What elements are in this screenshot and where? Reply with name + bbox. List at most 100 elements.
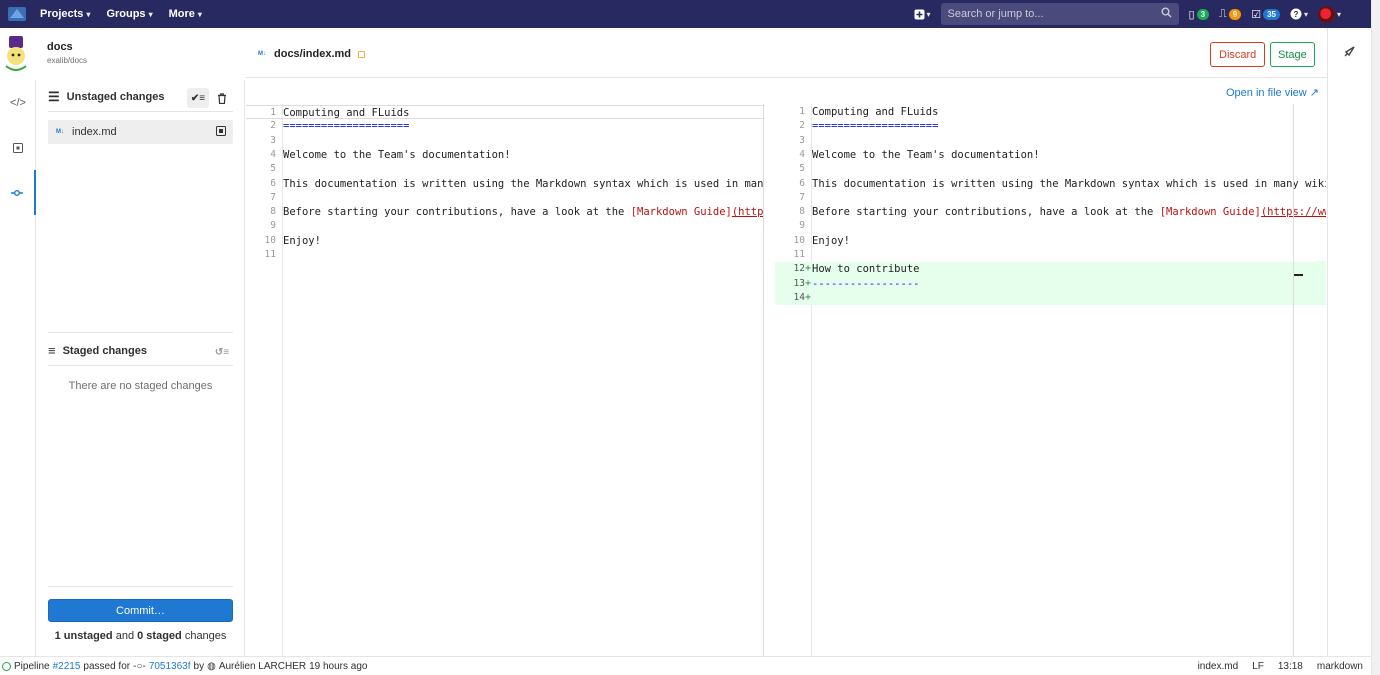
merge-requests-badge: 3 [1196,8,1210,20]
unstaged-file-row[interactable]: M↓ index.md [48,120,233,144]
code-line[interactable]: 14 + [775,290,1326,306]
line-number: 6 [799,177,805,189]
line-number: 9 [270,220,276,232]
code-line[interactable]: 13 + ----------------- [775,276,1326,291]
code-text: Welcome to the Team's documentation! [812,148,1040,161]
new-dropdown[interactable]: ▾ [914,9,931,20]
todo-check-icon: ☑ [1251,8,1262,21]
code-line[interactable]: 11 [246,248,763,262]
line-number: 7 [270,191,276,203]
nav-more[interactable]: More ▾ [169,8,202,20]
gitlab-logo[interactable] [6,4,28,24]
code-text: Enjoy! [283,234,321,247]
help-icon: ? [1290,8,1302,20]
pipeline-link[interactable]: #2215 [53,661,81,672]
line-number: 3 [799,134,805,146]
chevron-down-icon: ▾ [926,9,931,19]
page-scrollbar[interactable] [1371,0,1380,675]
code-line[interactable]: 5 [246,162,763,176]
code-line[interactable]: 10 Enjoy! [775,234,1326,248]
code-line[interactable]: 1 Computing and FLuids [246,105,763,120]
line-number: 4 [270,148,276,160]
line-number: 2 [799,120,805,132]
code-line[interactable]: 2 ==================== [246,119,763,133]
code-text: ==================== [283,120,410,133]
code-line[interactable]: 7 [246,191,763,205]
project-name[interactable]: docs [47,41,87,53]
project-path: exalib/docs [47,56,88,65]
editor-header: M↓ docs/index.md Discard Stage [245,28,1327,78]
code-line[interactable]: 9 [775,219,1326,233]
project-avatar[interactable] [0,34,32,74]
stage-file-button[interactable] [216,126,226,139]
line-number: 12 [793,263,805,275]
editor-overview-ruler [1293,104,1294,656]
line-number: 6 [270,177,276,189]
todos-button[interactable]: ☑ 35 [1251,8,1280,21]
stage-button[interactable]: Stage [1270,42,1315,67]
diff-original-pane[interactable]: 1 Computing and FLuids 2 ==================… [246,104,764,656]
code-line[interactable]: 3 [246,134,763,148]
code-line[interactable]: 5 [775,162,1326,176]
commit-mode-button[interactable] [0,170,36,215]
code-line[interactable]: 6 This documentation is written using the… [775,177,1326,191]
user-avatar [1317,5,1335,23]
check-list-icon: ✔≡ [190,92,206,104]
commit-button[interactable]: Commit… [48,599,233,622]
code-text: Before starting your contributions, have… [283,205,763,219]
commit-divider [48,586,233,587]
unstaged-changes-header: ☰ Unstaged changes ✔≡ [48,82,233,112]
line-number: 8 [270,206,276,218]
added-line-marker: + [805,291,812,303]
pipeline-passed-icon [2,661,11,671]
line-number: 2 [270,120,276,132]
line-number: 1 [270,107,276,118]
issues-button[interactable]: ⎍ 9 [1219,8,1242,21]
status-eol: LF [1252,661,1264,672]
user-menu[interactable]: ▾ [1317,5,1341,23]
review-mode-button[interactable] [0,125,36,170]
panel-divider [48,332,233,333]
line-number: 5 [799,163,805,175]
code-line[interactable]: 1 Computing and FLuids [775,105,1326,119]
code-line[interactable]: 4 Welcome to the Team's documentation! [775,148,1326,162]
author-name: Aurélien LARCHER [218,660,307,672]
review-icon [13,142,23,153]
stage-all-button[interactable]: ✔≡ [187,88,209,108]
discard-button[interactable]: Discard [1210,42,1266,67]
code-line[interactable]: 8 Before starting your contributions, hav… [246,205,763,219]
discard-all-button[interactable] [211,88,233,108]
merge-requests-button[interactable]: ▯ 3 [1189,8,1210,21]
editor-file-tab[interactable]: M↓ docs/index.md [258,48,366,60]
search-input[interactable]: Search or jump to... [940,3,1179,25]
pipelines-rocket-icon[interactable] [1343,45,1356,61]
search-icon [1161,7,1172,21]
commit-sha-link[interactable]: 7051363f [149,661,191,672]
status-bar: Pipeline #2215 passed for -○- 7051363f b… [0,656,1371,675]
markdown-link-text: [Markdown Guide] [630,206,732,219]
code-text: Before starting your contributions, have… [812,205,1326,219]
right-sidebar [1327,28,1371,656]
code-line[interactable]: 12 + How to contribute [775,262,1326,277]
markdown-file-icon: M↓ [258,51,266,57]
unstage-all-button[interactable]: ↺≡ [211,342,233,362]
help-dropdown[interactable]: ? ▾ [1290,8,1308,20]
code-line[interactable]: 10 Enjoy! [246,234,763,248]
diff-modified-pane[interactable]: 1 Computing and FLuids 2 ==================… [775,104,1326,656]
code-text: Welcome to the Team's documentation! [283,148,511,161]
code-line[interactable]: 7 [775,191,1326,205]
open-in-file-view-link[interactable]: Open in file view ↗ [1226,86,1319,99]
added-line-marker: + [805,277,812,289]
code-line[interactable]: 8 Before starting your contributions, hav… [775,205,1326,219]
code-line[interactable]: 9 [246,219,763,233]
code-line[interactable]: 6 This documentation is written using the… [246,177,763,191]
code-line[interactable]: 3 [775,134,1326,148]
code-line[interactable]: 11 [775,248,1326,262]
chevron-down-icon: ▾ [148,9,153,19]
code-text: How to contribute [812,263,920,276]
code-line[interactable]: 2 ==================== [775,119,1326,133]
code-line[interactable]: 4 Welcome to the Team's documentation! [246,148,763,162]
nav-groups[interactable]: Groups ▾ [106,8,152,20]
edit-mode-button[interactable]: </> [0,80,36,125]
nav-projects[interactable]: Projects ▾ [40,8,90,20]
